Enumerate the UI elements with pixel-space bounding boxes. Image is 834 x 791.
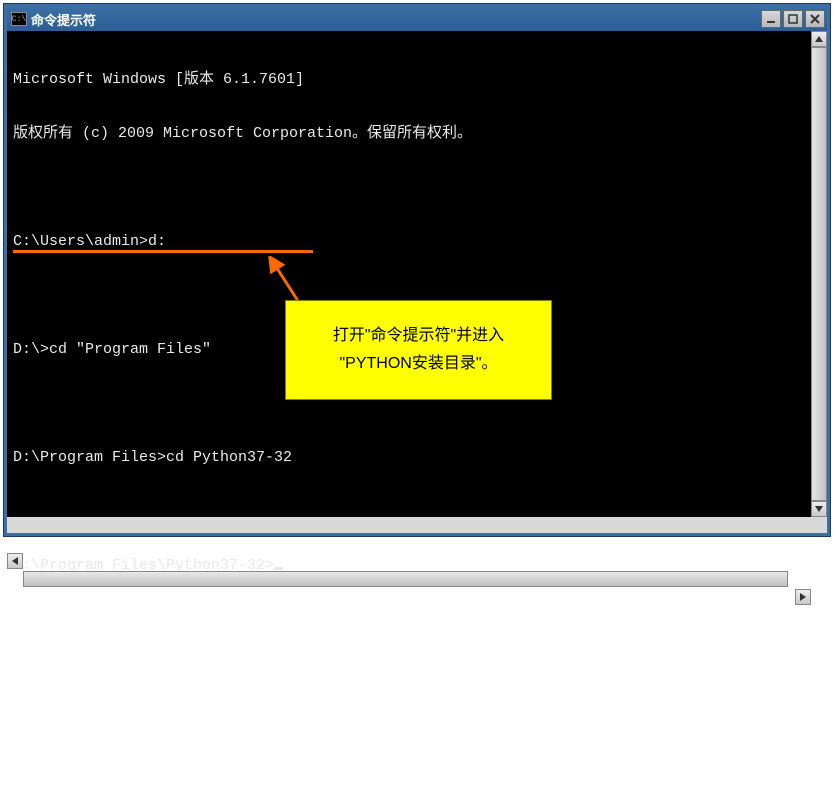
command-prompt-window: C:\ 命令提示符 Microsoft Windows [版本 6.1.7601…: [4, 4, 830, 536]
terminal-line: D:\Program Files>cd Python37-32: [13, 449, 821, 467]
minimize-button[interactable]: [761, 10, 781, 28]
cmd-icon: C:\: [11, 12, 27, 26]
terminal-line: [13, 179, 821, 197]
annotation-underline: [13, 250, 313, 253]
close-icon: [810, 14, 820, 24]
chevron-right-icon: [800, 593, 806, 601]
scroll-down-button[interactable]: [811, 501, 827, 517]
scroll-up-button[interactable]: [811, 31, 827, 47]
annotation-callout: 打开"命令提示符"并进入 "PYTHON安装目录"。: [285, 300, 552, 400]
maximize-icon: [788, 14, 798, 24]
callout-text-line: "PYTHON安装目录"。: [339, 350, 497, 378]
terminal-line: Microsoft Windows [版本 6.1.7601]: [13, 71, 821, 89]
minimize-icon: [766, 14, 776, 24]
chevron-up-icon: [815, 36, 823, 42]
scroll-thumb-horizontal[interactable]: [23, 571, 788, 587]
maximize-button[interactable]: [783, 10, 803, 28]
chevron-down-icon: [815, 506, 823, 512]
vertical-scrollbar[interactable]: [811, 31, 827, 517]
cursor-icon: [274, 567, 283, 570]
callout-text-line: 打开"命令提示符"并进入: [333, 322, 504, 350]
scroll-left-button[interactable]: [7, 553, 23, 569]
terminal-line: 版权所有 (c) 2009 Microsoft Corporation。保留所有…: [13, 125, 821, 143]
horizontal-scrollbar[interactable]: [7, 517, 827, 533]
terminal-line: C:\Users\admin>d:: [13, 233, 821, 251]
scroll-right-button[interactable]: [795, 589, 811, 605]
annotation-arrow-icon: [265, 256, 305, 306]
terminal-output[interactable]: Microsoft Windows [版本 6.1.7601] 版权所有 (c)…: [7, 31, 827, 533]
window-title: 命令提示符: [31, 10, 761, 29]
titlebar[interactable]: C:\ 命令提示符: [7, 7, 827, 31]
close-button[interactable]: [805, 10, 825, 28]
window-controls: [761, 10, 825, 28]
scroll-thumb-vertical[interactable]: [811, 47, 827, 501]
chevron-left-icon: [12, 557, 18, 565]
scroll-corner: [811, 517, 827, 533]
